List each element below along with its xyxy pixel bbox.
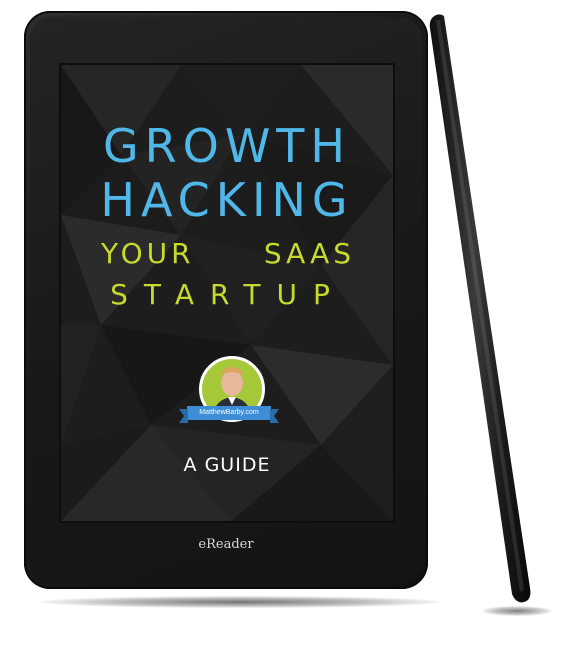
subtitle-word-startup: STARTUP: [110, 278, 346, 311]
cover-subtitle-line-1: YOUR SAAS: [101, 237, 355, 270]
author-badge: MatthewBarby.com: [179, 406, 279, 423]
ereader-screen: GROWTH HACKING YOUR SAAS STARTUP Matthew…: [61, 65, 393, 521]
cover-title-line-2: HACKING: [100, 173, 354, 227]
product-mockup: GROWTH HACKING YOUR SAAS STARTUP Matthew…: [0, 0, 584, 662]
subtitle-word-your: YOUR: [101, 237, 195, 270]
cover-guide-label: A GUIDE: [183, 454, 271, 476]
cover-subtitle-line-2: STARTUP: [101, 278, 355, 311]
ereader-device: GROWTH HACKING YOUR SAAS STARTUP Matthew…: [24, 11, 428, 589]
device-brand-label: eReader: [198, 537, 254, 552]
cover-title-line-1: GROWTH: [103, 119, 351, 173]
subtitle-word-saas: SAAS: [263, 237, 355, 270]
